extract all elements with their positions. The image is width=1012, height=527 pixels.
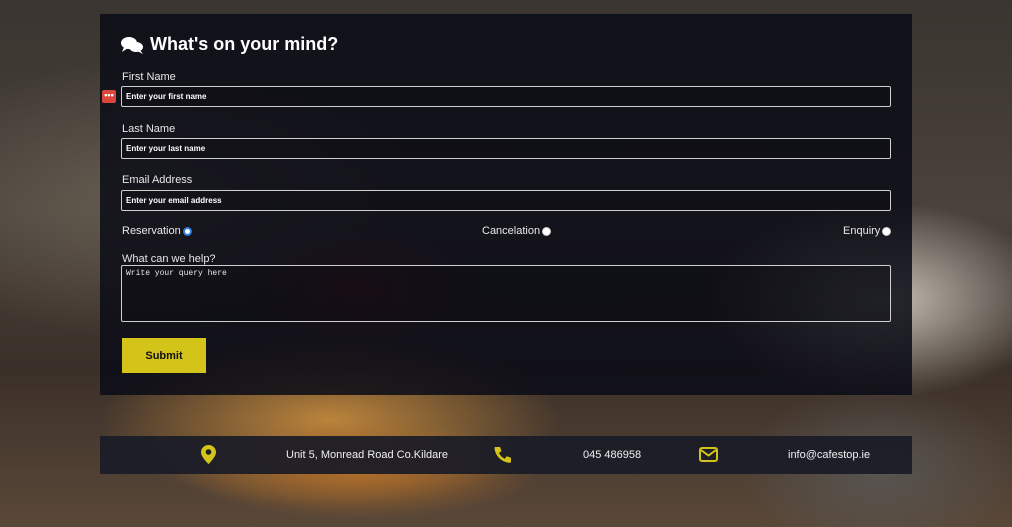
radio-cancelation-button[interactable] <box>542 226 552 236</box>
footer-email[interactable]: info@cafestop.ie <box>788 449 870 461</box>
form-title: What's on your mind? <box>120 34 338 55</box>
contact-footer: Unit 5, Monread Road Co.Kildare 045 4869… <box>100 436 912 474</box>
footer-address: Unit 5, Monread Road Co.Kildare <box>286 449 449 461</box>
radio-reservation-label: Reservation <box>122 225 181 237</box>
email-input[interactable]: Enter your email address <box>121 190 891 211</box>
last-name-label: Last Name <box>122 123 176 135</box>
contact-form-panel: What's on your mind? First Name ••• Ente… <box>100 14 912 395</box>
radio-enquiry[interactable]: Enquiry <box>843 225 892 237</box>
query-textarea[interactable]: Write your query here <box>121 265 891 322</box>
radio-cancelation-label: Cancelation <box>482 225 541 237</box>
first-name-input[interactable]: Enter your first name <box>121 86 891 107</box>
submit-button[interactable]: Submit <box>122 338 206 373</box>
last-name-input[interactable]: Enter your last name <box>121 138 891 159</box>
first-name-label: First Name <box>122 71 176 83</box>
radio-reservation[interactable]: Reservation <box>122 225 192 237</box>
email-label: Email Address <box>122 174 193 186</box>
radio-enquiry-label: Enquiry <box>843 225 881 237</box>
radio-enquiry-button[interactable] <box>882 226 892 236</box>
envelope-icon <box>699 447 718 462</box>
comments-icon <box>121 36 143 54</box>
footer-phone: 045 486958 <box>583 449 642 461</box>
form-helper-badge[interactable]: ••• <box>102 90 116 103</box>
radio-reservation-button[interactable] <box>182 226 192 236</box>
map-marker-icon <box>201 445 216 464</box>
query-label: What can we help? <box>122 253 216 265</box>
form-title-text: What's on your mind? <box>150 34 339 54</box>
radio-cancelation[interactable]: Cancelation <box>482 225 552 237</box>
phone-icon <box>494 447 511 463</box>
